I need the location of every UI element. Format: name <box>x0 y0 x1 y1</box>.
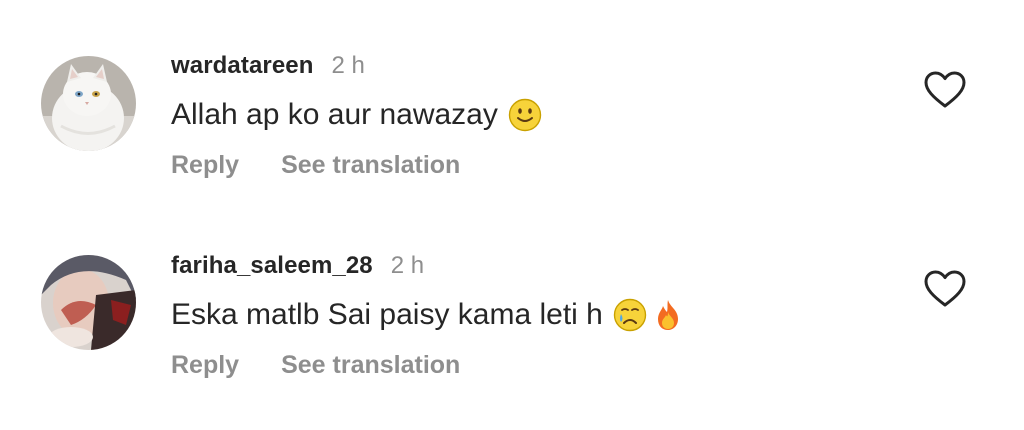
comment-text: Eska matlb Sai paisy kama leti h <box>171 298 685 332</box>
comment-item: wardatareen 2 h Allah ap ko aur nawazay … <box>0 0 1024 179</box>
reply-button[interactable]: Reply <box>171 351 239 380</box>
comment-text: Allah ap ko aur nawazay <box>171 98 542 132</box>
comment-meta: fariha_saleem_28 2 h <box>171 252 424 282</box>
comment-body: Eska matlb Sai paisy kama leti h <box>171 298 603 331</box>
avatar[interactable] <box>41 56 136 151</box>
see-translation-button[interactable]: See translation <box>281 151 460 180</box>
comment-actions: Reply See translation <box>171 351 460 380</box>
see-translation-button[interactable]: See translation <box>281 351 460 380</box>
heart-outline-icon <box>924 71 966 108</box>
comments-list: wardatareen 2 h Allah ap ko aur nawazay … <box>0 0 1024 430</box>
like-button[interactable] <box>923 269 967 309</box>
timestamp: 2 h <box>331 52 365 79</box>
like-button[interactable] <box>923 70 967 110</box>
comment-body: Allah ap ko aur nawazay <box>171 98 498 131</box>
comment-meta: wardatareen 2 h <box>171 52 365 82</box>
username[interactable]: fariha_saleem_28 <box>171 252 373 280</box>
crying-face-emoji <box>613 298 647 332</box>
timestamp: 2 h <box>390 252 425 279</box>
user-photo-avatar <box>41 255 136 350</box>
comment-actions: Reply See translation <box>171 151 460 180</box>
avatar[interactable] <box>41 255 136 350</box>
fire-emoji <box>651 298 685 332</box>
reply-button[interactable]: Reply <box>171 151 239 180</box>
slightly-smiling-face-emoji <box>508 98 542 132</box>
heart-outline-icon <box>924 270 966 307</box>
comment-item: fariha_saleem_28 2 h Eska matlb Sai pais… <box>0 200 1024 379</box>
white-cat-avatar <box>41 56 136 151</box>
username[interactable]: wardatareen <box>171 52 314 80</box>
